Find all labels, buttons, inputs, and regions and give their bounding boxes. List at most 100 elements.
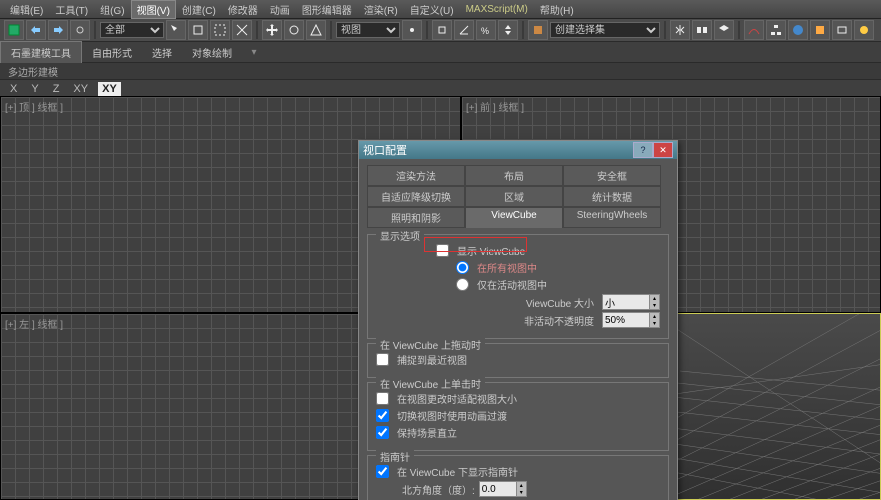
ribbon-tab-freeform[interactable]: 自由形式 bbox=[82, 42, 142, 63]
axis-x[interactable]: X bbox=[6, 83, 21, 95]
label-keep-upright: 保持场景直立 bbox=[397, 425, 457, 440]
radio-active-view[interactable] bbox=[456, 278, 469, 291]
label-show-compass: 在 ViewCube 下显示指南针 bbox=[397, 464, 518, 479]
group-display-label: 显示选项 bbox=[376, 228, 424, 243]
label-active-view: 仅在活动视图中 bbox=[477, 277, 547, 292]
select-region-icon[interactable] bbox=[210, 20, 230, 40]
tab-statistics[interactable]: 统计数据 bbox=[563, 186, 661, 207]
label-animated-transition: 切换视图时使用动画过渡 bbox=[397, 408, 507, 423]
checkbox-fit-on-change[interactable] bbox=[376, 392, 389, 405]
axis-xy[interactable]: XY bbox=[69, 83, 92, 95]
menu-render[interactable]: 渲染(R) bbox=[358, 0, 404, 19]
menu-anim[interactable]: 动画 bbox=[264, 0, 296, 19]
dialog-titlebar[interactable]: 视口配置 ? ✕ bbox=[359, 141, 677, 159]
group-drag: 在 ViewCube 上拖动时 捕捉到最近视图 bbox=[367, 343, 669, 378]
group-click: 在 ViewCube 上单击时 在视图更改时适配视图大小 切换视图时使用动画过渡… bbox=[367, 382, 669, 451]
svg-text:%: % bbox=[481, 26, 489, 36]
main-toolbar: 全部 视图 % 创建选择集 bbox=[0, 19, 881, 42]
menu-edit[interactable]: 编辑(E) bbox=[4, 0, 49, 19]
viewport-top-label: [+] 顶 ] 线框 ] bbox=[5, 99, 63, 114]
layers-icon[interactable] bbox=[714, 20, 734, 40]
axis-xy-active[interactable]: XY bbox=[98, 82, 121, 96]
redo-icon[interactable] bbox=[48, 20, 68, 40]
radio-all-views[interactable] bbox=[456, 261, 469, 274]
render-setup-icon[interactable] bbox=[810, 20, 830, 40]
menu-grapheditors[interactable]: 图形编辑器 bbox=[296, 0, 358, 19]
select-vc-size[interactable]: 小▴▾ bbox=[602, 294, 660, 310]
spinner-north-angle[interactable]: 0.0▴▾ bbox=[479, 481, 527, 497]
group-click-label: 在 ViewCube 上单击时 bbox=[376, 376, 485, 391]
menubar: 编辑(E) 工具(T) 组(G) 视图(V) 创建(C) 修改器 动画 图形编辑… bbox=[0, 0, 881, 19]
label-vc-opacity: 非活动不透明度 bbox=[524, 313, 594, 328]
app-icon[interactable] bbox=[4, 20, 24, 40]
select-name-icon[interactable] bbox=[188, 20, 208, 40]
menu-modify[interactable]: 修改器 bbox=[222, 0, 264, 19]
tab-layout[interactable]: 布局 bbox=[465, 165, 563, 186]
schematic-icon[interactable] bbox=[766, 20, 786, 40]
mirror-icon[interactable] bbox=[670, 20, 690, 40]
label-all-views: 在所有视图中 bbox=[477, 260, 537, 275]
filter-select[interactable]: 全部 bbox=[100, 22, 164, 38]
close-icon[interactable]: ✕ bbox=[653, 142, 673, 158]
named-sel-select[interactable]: 创建选择集 bbox=[550, 22, 660, 38]
checkbox-show-compass[interactable] bbox=[376, 465, 389, 478]
undo-icon[interactable] bbox=[26, 20, 46, 40]
quick-render-icon[interactable] bbox=[854, 20, 874, 40]
tab-viewcube[interactable]: ViewCube bbox=[465, 207, 563, 228]
material-editor-icon[interactable] bbox=[788, 20, 808, 40]
rotate-icon[interactable] bbox=[284, 20, 304, 40]
ribbon-tab-objpaint[interactable]: 对象绘制 bbox=[182, 42, 242, 63]
axis-z[interactable]: Z bbox=[49, 83, 64, 95]
checkbox-animated-transition[interactable] bbox=[376, 409, 389, 422]
menu-tools[interactable]: 工具(T) bbox=[49, 0, 94, 19]
select-vc-opacity[interactable]: 50%▴▾ bbox=[602, 312, 660, 328]
help-icon[interactable]: ? bbox=[633, 142, 653, 158]
tab-regions[interactable]: 区域 bbox=[465, 186, 563, 207]
checkbox-show-viewcube[interactable] bbox=[436, 244, 449, 257]
link-icon[interactable] bbox=[70, 20, 90, 40]
menu-group[interactable]: 组(G) bbox=[94, 0, 130, 19]
window-cross-icon[interactable] bbox=[232, 20, 252, 40]
tab-safe-frames[interactable]: 安全框 bbox=[563, 165, 661, 186]
move-icon[interactable] bbox=[262, 20, 282, 40]
group-display-options: 显示选项 显示 ViewCube 在所有视图中 仅在活动视图中 ViewCube… bbox=[367, 234, 669, 339]
percent-snap-icon[interactable]: % bbox=[476, 20, 496, 40]
ribbon-drop-icon[interactable]: ▾ bbox=[246, 44, 262, 60]
axis-y[interactable]: Y bbox=[27, 83, 42, 95]
scale-icon[interactable] bbox=[306, 20, 326, 40]
angle-snap-icon[interactable] bbox=[454, 20, 474, 40]
named-sel-icon[interactable] bbox=[528, 20, 548, 40]
spinner-snap-icon[interactable] bbox=[498, 20, 518, 40]
tab-render-method[interactable]: 渲染方法 bbox=[367, 165, 465, 186]
tab-steeringwheels[interactable]: SteeringWheels bbox=[563, 207, 661, 228]
ref-coord-select[interactable]: 视图 bbox=[336, 22, 400, 38]
menu-view[interactable]: 视图(V) bbox=[131, 0, 176, 19]
group-compass-label: 指南针 bbox=[376, 449, 414, 464]
snap-toggle-icon[interactable] bbox=[432, 20, 452, 40]
select-icon[interactable] bbox=[166, 20, 186, 40]
curve-editor-icon[interactable] bbox=[744, 20, 764, 40]
dialog-title: 视口配置 bbox=[363, 142, 407, 158]
viewport-front-label: [+] 前 ] 线框 ] bbox=[466, 99, 524, 114]
render-frame-icon[interactable] bbox=[832, 20, 852, 40]
label-show-viewcube: 显示 ViewCube bbox=[457, 243, 525, 258]
tab-adaptive-deg[interactable]: 自适应降级切换 bbox=[367, 186, 465, 207]
label-snap-nearest: 捕捉到最近视图 bbox=[397, 352, 467, 367]
ribbon-tab-graphite[interactable]: 石墨建模工具 bbox=[0, 41, 82, 63]
menu-help[interactable]: 帮助(H) bbox=[534, 0, 580, 19]
pivot-icon[interactable] bbox=[402, 20, 422, 40]
ribbon-tab-selection[interactable]: 选择 bbox=[142, 42, 182, 63]
ribbon-panel-label: 多边形建模 bbox=[0, 63, 881, 80]
label-fit-on-change: 在视图更改时适配视图大小 bbox=[397, 391, 517, 406]
viewport-config-dialog: 视口配置 ? ✕ 渲染方法 布局 安全框 自适应降级切换 区域 统计数据 照明和… bbox=[358, 140, 678, 500]
ribbon: 石墨建模工具 自由形式 选择 对象绘制 ▾ bbox=[0, 42, 881, 63]
menu-maxscript[interactable]: MAXScript(M) bbox=[460, 2, 534, 17]
menu-create[interactable]: 创建(C) bbox=[176, 0, 222, 19]
label-north-angle: 北方角度（度）: bbox=[402, 482, 475, 497]
group-drag-label: 在 ViewCube 上拖动时 bbox=[376, 337, 485, 352]
checkbox-snap-nearest[interactable] bbox=[376, 353, 389, 366]
checkbox-keep-upright[interactable] bbox=[376, 426, 389, 439]
tab-lighting-shadows[interactable]: 照明和阴影 bbox=[367, 207, 465, 228]
menu-customize[interactable]: 自定义(U) bbox=[404, 0, 460, 19]
align-icon[interactable] bbox=[692, 20, 712, 40]
